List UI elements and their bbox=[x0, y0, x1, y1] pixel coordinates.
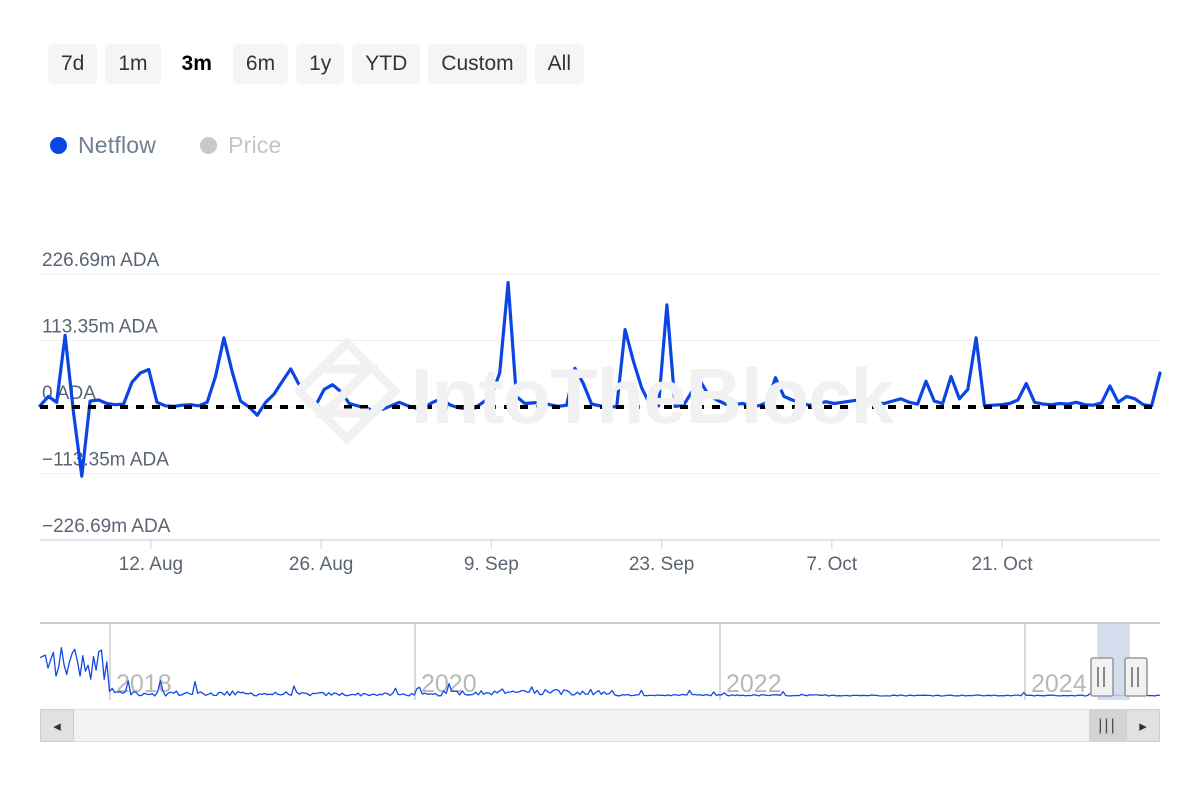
horizontal-scrollbar[interactable]: ◂ ||| ▸ bbox=[40, 709, 1160, 742]
range-button-6m[interactable]: 6m bbox=[232, 44, 289, 84]
legend-dot-icon-netflow bbox=[50, 137, 67, 154]
scroll-right-arrow-icon[interactable]: ▸ bbox=[1126, 709, 1160, 742]
legend-label-netflow: Netflow bbox=[78, 132, 157, 158]
y-axis-tick-label: −226.69m ADA bbox=[42, 516, 171, 537]
scrollbar-track[interactable] bbox=[74, 709, 1089, 742]
navigator-handle-right[interactable] bbox=[1124, 657, 1148, 697]
navigator-year-label: 2024 bbox=[1031, 670, 1087, 698]
legend-item-netflow[interactable]: Netflow bbox=[50, 132, 156, 159]
y-axis-tick-label: 113.35m ADA bbox=[42, 316, 158, 337]
x-axis-tick-label: 23. Sep bbox=[629, 554, 695, 575]
range-button-3m[interactable]: 3m bbox=[168, 44, 225, 84]
x-axis-tick-label: 12. Aug bbox=[119, 554, 183, 575]
x-axis-tick-label: 7. Oct bbox=[806, 554, 857, 575]
range-button-custom[interactable]: Custom bbox=[428, 44, 527, 84]
range-navigator[interactable]: 2018 2020 2022 2024 bbox=[40, 622, 1160, 706]
chart-canvas: 226.69m ADA113.35m ADA0 ADA−113.35m ADA−… bbox=[38, 250, 1162, 575]
legend-label-price: Price bbox=[228, 132, 282, 158]
range-button-ytd[interactable]: YTD bbox=[352, 44, 421, 84]
x-axis-tick-label: 26. Aug bbox=[289, 554, 353, 575]
range-button-7d[interactable]: 7d bbox=[48, 44, 98, 84]
y-axis-tick-label: −113.35m ADA bbox=[42, 450, 169, 471]
y-axis-labels: 226.69m ADA113.35m ADA0 ADA−113.35m ADA−… bbox=[42, 250, 171, 537]
y-axis-tick-label: 226.69m ADA bbox=[42, 250, 160, 271]
navigator-handle-left[interactable] bbox=[1090, 657, 1114, 697]
netflow-series-line bbox=[38, 281, 1162, 478]
x-axis-tick-label: 21. Oct bbox=[971, 554, 1033, 575]
x-axis-labels: 12. Aug 26. Aug 9. Sep 23. Sep 7. Oct 21. Oct bbox=[119, 554, 1034, 575]
range-button-1m[interactable]: 1m bbox=[105, 44, 161, 84]
navigator-separators bbox=[109, 624, 1026, 700]
netflow-chart[interactable]: 226.69m ADA 113.35m ADA 0 ADA −113.35m ADA −… bbox=[0, 200, 1200, 600]
scroll-left-arrow-icon[interactable]: ◂ bbox=[40, 709, 74, 742]
range-selector: 7d 1m 3m 6m 1y YTD Custom All bbox=[48, 44, 584, 84]
navigator-year-label: 2022 bbox=[726, 670, 782, 698]
navigator-canvas: 2018 2020 2022 2024 bbox=[40, 622, 1160, 700]
legend-item-price[interactable]: Price bbox=[200, 132, 281, 159]
scrollbar-thumb[interactable]: ||| bbox=[1089, 709, 1126, 742]
x-axis-tick-label: 9. Sep bbox=[464, 554, 519, 575]
x-axis-ticks bbox=[150, 540, 1003, 549]
range-button-all[interactable]: All bbox=[534, 44, 584, 84]
navigator-series-line bbox=[40, 647, 1160, 697]
chart-legend: Netflow Price bbox=[50, 132, 282, 159]
range-button-1y[interactable]: 1y bbox=[296, 44, 345, 84]
legend-dot-icon-price bbox=[200, 137, 218, 154]
